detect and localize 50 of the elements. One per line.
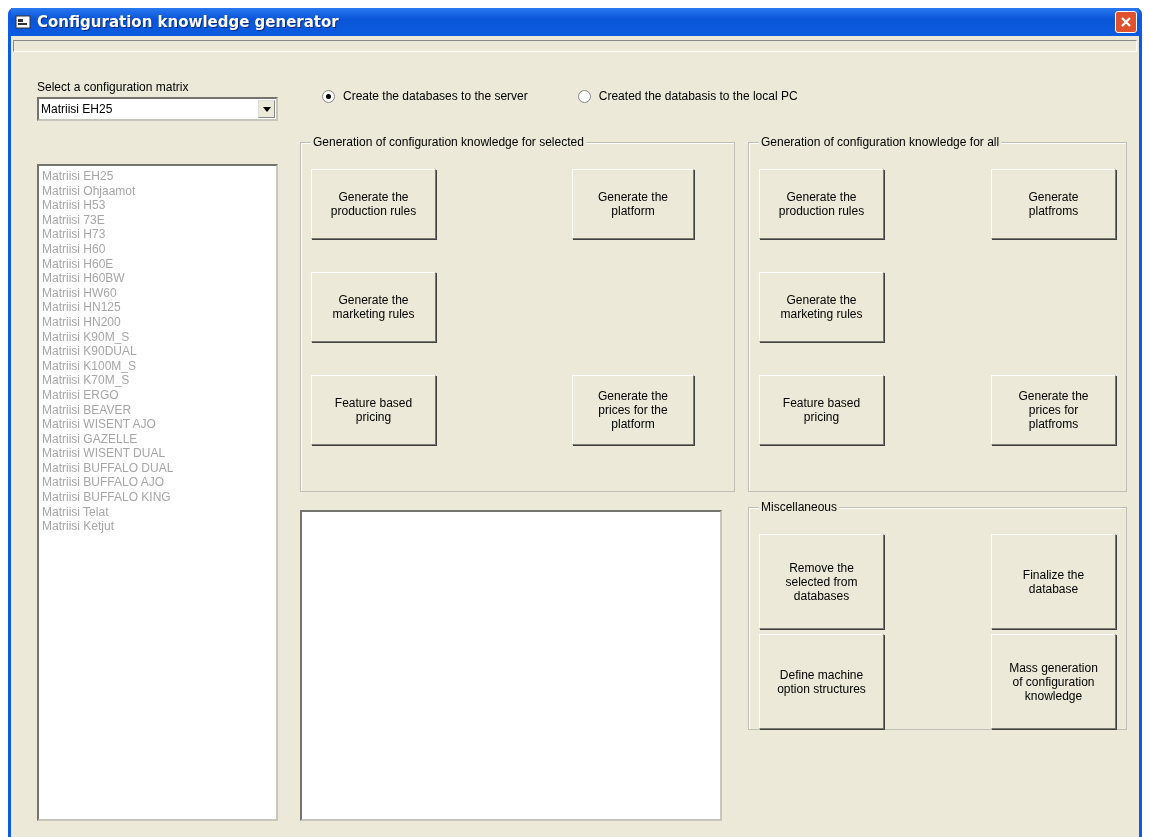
- list-item: Matriisi 73E: [42, 212, 106, 228]
- list-item: Matriisi ERGO: [42, 387, 120, 403]
- window-icon: [15, 15, 31, 29]
- list-item: Matriisi K70M_S: [42, 373, 131, 388]
- list-item: Matriisi H53: [42, 198, 107, 213]
- action-button[interactable]: Feature based pricing: [311, 375, 436, 445]
- list-item: Matriisi Ohjaamot: [42, 183, 137, 199]
- action-button[interactable]: Generate the marketing rules: [759, 272, 884, 342]
- action-button[interactable]: Finalize the database: [991, 534, 1116, 629]
- group-title: Generation of configuration knowledge for all: [759, 135, 1002, 149]
- list-item: Matriisi H60E: [42, 256, 115, 272]
- action-button[interactable]: Generate the production rules: [311, 169, 436, 239]
- matrix-dropdown[interactable]: Matriisi EH25: [37, 97, 278, 121]
- list-item: Matriisi H60BW: [42, 271, 126, 286]
- list-item: Matriisi WISENT DUAL: [42, 446, 167, 461]
- window-title: Configuration knowledge generator: [37, 13, 340, 31]
- list-item: Matriisi EH25: [42, 169, 115, 184]
- list-item: Matriisi HN200: [42, 314, 122, 330]
- close-button[interactable]: [1115, 11, 1137, 33]
- action-button[interactable]: Remove the selected from databases: [759, 534, 884, 629]
- list-item: Matriisi BEAVER: [42, 402, 133, 418]
- action-button[interactable]: Generate the prices for the platform: [572, 375, 694, 445]
- list-item: Matriisi H73: [42, 227, 107, 242]
- list-item: Matriisi K90M_S: [42, 329, 131, 345]
- action-button[interactable]: Generate the platform: [572, 169, 694, 239]
- list-item: Matriisi H60: [42, 241, 107, 257]
- action-button[interactable]: Mass generation of configuration knowledge: [991, 634, 1116, 729]
- list-item: Matriisi Ketjut: [42, 519, 116, 534]
- list-item: Matriisi HW60: [42, 285, 118, 301]
- group-title: Generation of configuration knowledge for selected: [311, 135, 586, 149]
- list-item: Matriisi Telat: [42, 504, 110, 520]
- radio-option[interactable]: Created the databasis to the local PC: [577, 88, 798, 104]
- field-label: Select a configuration matrix: [37, 80, 190, 94]
- action-button[interactable]: Generate the prices for platfroms: [991, 375, 1116, 445]
- radio-option[interactable]: Create the databases to the server: [322, 88, 528, 104]
- list-item: Matriisi BUFFALO AJO: [42, 475, 166, 491]
- list-item: Matriisi GAZELLE: [42, 431, 139, 447]
- list-item: Matriisi K90DUAL: [42, 344, 138, 359]
- group-title: Miscellaneous: [759, 500, 840, 514]
- list-item: Matriisi WISENT AJO: [42, 417, 157, 432]
- action-button[interactable]: Feature based pricing: [759, 375, 884, 445]
- list-item: Matriisi BUFFALO KING: [42, 490, 172, 505]
- action-button[interactable]: Generate the marketing rules: [311, 272, 436, 342]
- action-button[interactable]: Generate the production rules: [759, 169, 884, 239]
- list-item: Matriisi K100M_S: [42, 358, 138, 374]
- list-item: Matriisi HN125: [42, 300, 122, 315]
- action-button[interactable]: Generate platfroms: [991, 169, 1116, 239]
- action-button[interactable]: Define machine option structures: [759, 634, 884, 729]
- list-item: Matriisi BUFFALO DUAL: [42, 460, 175, 476]
- close-icon[interactable]: [1120, 16, 1132, 28]
